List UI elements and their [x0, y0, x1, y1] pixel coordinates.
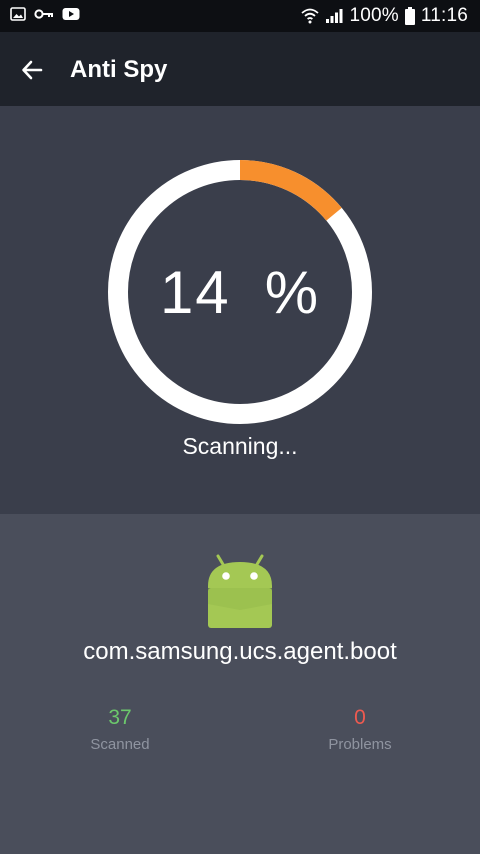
wifi-icon	[301, 8, 320, 24]
key-icon	[34, 9, 53, 19]
scan-status-text: Scanning...	[182, 433, 298, 459]
gallery-icon	[10, 7, 26, 21]
battery-percent: 100%	[349, 5, 399, 26]
app-bar: Anti Spy	[0, 32, 480, 106]
problems-count: 0	[354, 706, 366, 729]
android-icon	[208, 554, 272, 628]
progress-percent-value: 14	[159, 258, 231, 326]
progress-percent: 14 %	[106, 158, 374, 426]
progress-percent-sign: %	[264, 258, 321, 326]
signal-icon	[326, 9, 343, 23]
scanned-stat: 37 Scanned	[40, 706, 200, 753]
problems-label: Problems	[328, 736, 392, 753]
clock: 11:16	[420, 5, 468, 26]
current-package-name: com.samsung.ucs.agent.boot	[83, 638, 397, 665]
back-button[interactable]	[14, 52, 50, 88]
status-bar: 100% 11:16	[0, 0, 480, 32]
problems-stat: 0 Problems	[280, 706, 440, 753]
system-status: 100% 11:16	[301, 5, 468, 27]
youtube-icon	[62, 8, 80, 20]
scanned-count: 37	[108, 706, 132, 729]
notification-icons	[10, 7, 80, 21]
battery-icon	[404, 7, 415, 25]
scan-details-section: com.samsung.ucs.agent.boot 37 Scanned 0 …	[0, 514, 480, 854]
page-title: Anti Spy	[70, 56, 168, 83]
scan-progress-section: 14 % Scanning...	[0, 106, 480, 514]
scanned-label: Scanned	[90, 736, 150, 753]
arrow-left-icon	[22, 60, 43, 80]
